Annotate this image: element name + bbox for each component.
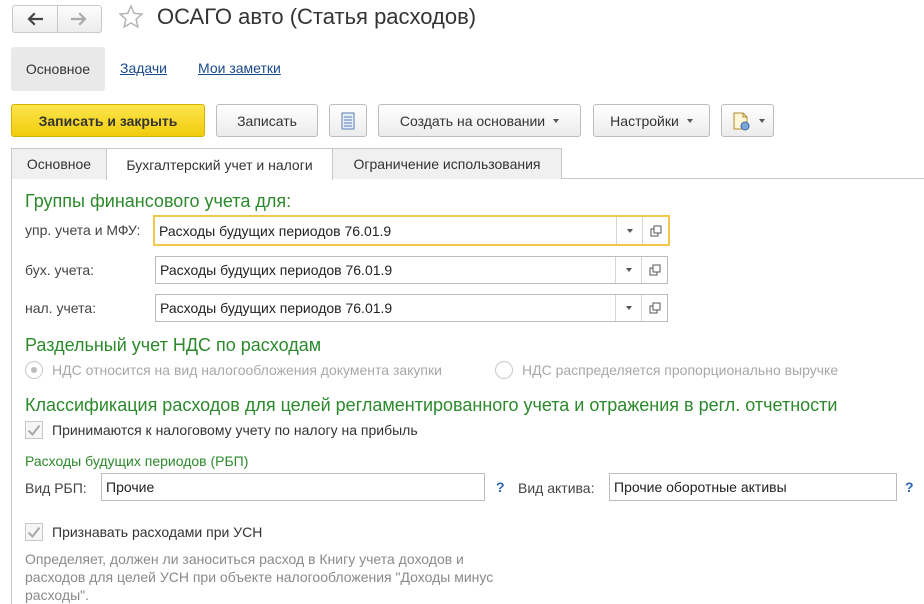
dropdown-button[interactable] (616, 217, 642, 244)
bookkeeping-label: бух. учета: (25, 262, 95, 278)
chevron-down-icon (686, 118, 693, 123)
profit-tax-checkbox[interactable] (25, 421, 43, 439)
usn-label: Признавать расходами при УСН (52, 524, 263, 540)
vat-option-proportional-radio[interactable] (495, 361, 513, 379)
star-icon (118, 4, 144, 29)
classification-header: Классификация расходов для целей регламе… (25, 395, 838, 415)
tab-main[interactable]: Основное (11, 148, 107, 179)
chevron-down-icon (758, 118, 765, 123)
tax-accounting-label: нал. учета: (25, 300, 97, 316)
bookkeeping-value[interactable]: Расходы будущих периодов 76.01.9 (156, 257, 615, 283)
page-nav-main[interactable]: Основное (11, 47, 105, 91)
page-nav-tasks[interactable]: Задачи (120, 60, 167, 76)
tax-accounting-value[interactable]: Расходы будущих периодов 76.01.9 (156, 295, 615, 321)
open-button[interactable] (642, 217, 668, 244)
usn-note: Определяет, должен ли заноситься расход … (25, 551, 494, 603)
chevron-down-icon (626, 228, 633, 233)
chevron-down-icon (625, 306, 632, 310)
rbp-header: Расходы будущих периодов (РБП) (25, 453, 249, 469)
dropdown-button[interactable] (615, 295, 641, 321)
mgmt-accounting-value[interactable]: Расходы будущих периодов 76.01.9 (155, 217, 616, 244)
asset-type-label: Вид актива: (518, 480, 595, 496)
rbp-type-input[interactable]: Прочие (101, 473, 485, 501)
open-window-icon (649, 264, 660, 276)
dropdown-button[interactable] (615, 257, 641, 283)
list-button[interactable] (329, 104, 367, 137)
asset-type-input[interactable]: Прочие оборотные активы (609, 473, 897, 501)
report-icon (733, 112, 749, 130)
rbp-type-help[interactable]: ? (496, 479, 505, 495)
tab-usage-restriction[interactable]: Ограничение использования (332, 148, 562, 179)
mgmt-accounting-label: упр. учета и МФУ: (25, 222, 141, 238)
arrow-right-icon (71, 12, 87, 26)
back-button[interactable] (13, 6, 57, 32)
favorite-button[interactable] (118, 4, 144, 30)
create-based-on-button[interactable]: Создать на основании (378, 104, 581, 137)
report-button[interactable] (721, 104, 774, 137)
vat-option-proportional-label: НДС распределяется пропорционально выруч… (522, 362, 839, 378)
chevron-down-icon (625, 268, 632, 272)
usn-checkbox[interactable] (25, 523, 43, 541)
forward-button[interactable] (56, 6, 102, 32)
settings-button[interactable]: Настройки (593, 104, 710, 137)
save-and-close-button[interactable]: Записать и закрыть (11, 104, 205, 137)
page-title: ОСАГО авто (Статья расходов) (157, 4, 477, 29)
checkmark-icon (27, 424, 41, 436)
open-button[interactable] (641, 295, 667, 321)
profit-tax-label: Принимаются к налоговому учету по налогу… (52, 422, 418, 438)
list-icon (341, 112, 355, 129)
mgmt-accounting-field[interactable]: Расходы будущих периодов 76.01.9 (153, 215, 670, 246)
tab-accounting-and-taxes[interactable]: Бухгалтерский учет и налоги (106, 148, 333, 180)
history-nav (12, 5, 102, 33)
chevron-down-icon (553, 118, 560, 123)
create-based-on-label: Создать на основании (399, 112, 546, 129)
fin-groups-header: Группы финансового учета для: (25, 191, 292, 211)
checkmark-icon (27, 526, 41, 538)
open-button[interactable] (641, 257, 667, 283)
page-nav-notes[interactable]: Мои заметки (198, 60, 281, 76)
tax-accounting-field[interactable]: Расходы будущих периодов 76.01.9 (155, 294, 668, 322)
arrow-left-icon (27, 12, 43, 26)
rbp-type-label: Вид РБП: (25, 480, 87, 496)
vat-option-document-radio[interactable] (25, 361, 43, 379)
vat-header: Раздельный учет НДС по расходам (25, 335, 322, 355)
asset-type-help[interactable]: ? (905, 479, 914, 495)
settings-label: Настройки (610, 112, 679, 129)
bookkeeping-field[interactable]: Расходы будущих периодов 76.01.9 (155, 256, 668, 284)
open-window-icon (650, 225, 661, 236)
vat-option-document-label: НДС относится на вид налогообложения док… (52, 362, 442, 378)
save-button[interactable]: Записать (216, 104, 318, 137)
open-window-icon (649, 302, 660, 314)
